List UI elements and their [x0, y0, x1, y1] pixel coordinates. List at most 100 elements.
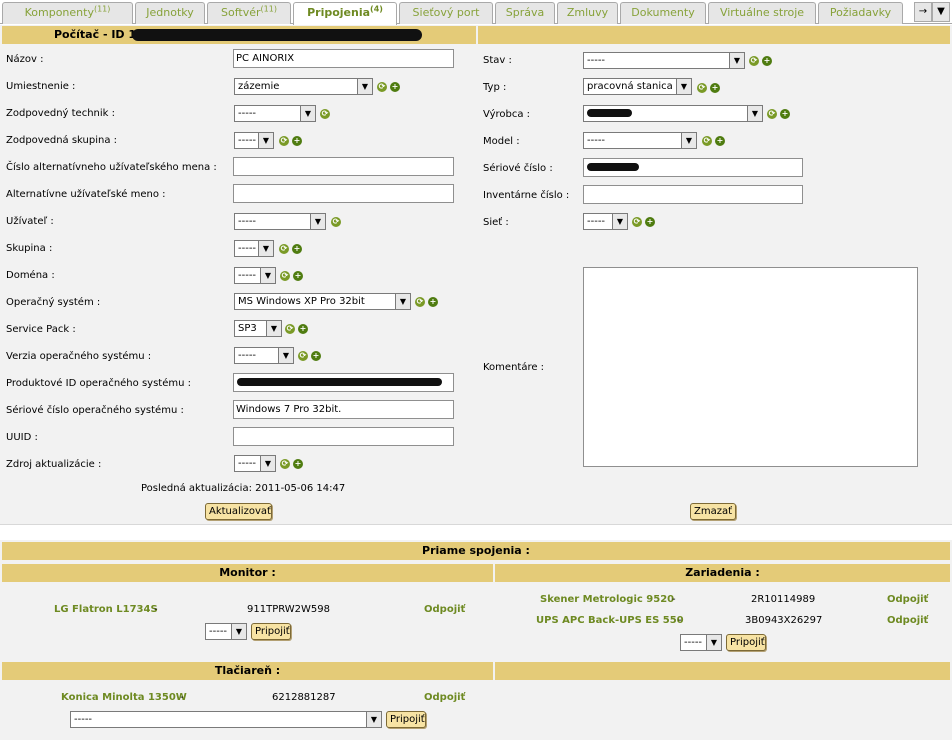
tab-virtualne-stroje[interactable]: Virtuálne stroje	[708, 2, 816, 24]
tab-sprava[interactable]: Správa	[495, 2, 555, 24]
maker-label: Výrobca :	[483, 109, 531, 120]
alt-user-field[interactable]	[233, 184, 454, 203]
state-select[interactable]: ----- ▼	[583, 52, 745, 69]
tech-select[interactable]: ----- ▼	[234, 105, 316, 122]
monitor-serial: 911TPRW2W598	[247, 604, 330, 615]
domain-select-value: -----	[238, 270, 257, 281]
printer-connect-button[interactable]: Pripojiť	[386, 711, 426, 728]
device-name-link[interactable]: Skener Metrologic 9520	[540, 594, 674, 605]
monitor-connect-select[interactable]: ----- ▼	[205, 623, 247, 640]
tech-label: Zodpovedný technik :	[6, 108, 115, 119]
search-icon[interactable]: ⟳	[298, 351, 308, 361]
network-select-value: -----	[587, 216, 606, 227]
monitor-disconnect-link[interactable]: Odpojiť	[424, 604, 465, 615]
tab-dokumenty[interactable]: Dokumenty	[620, 2, 706, 24]
add-icon[interactable]: +	[298, 324, 308, 334]
os-serial-field[interactable]: Windows 7 Pro 32bit.	[233, 400, 454, 419]
tab-overflow-icon[interactable]: ▼	[932, 2, 950, 22]
domain-select[interactable]: ----- ▼	[234, 267, 276, 284]
search-icon[interactable]: ⟳	[285, 324, 295, 334]
device-connect-select[interactable]: ----- ▼	[680, 634, 722, 651]
state-label: Stav :	[483, 55, 512, 66]
tab-poziadavky[interactable]: Požiadavky	[818, 2, 903, 24]
search-icon[interactable]: ⟳	[320, 109, 330, 119]
user-select[interactable]: ----- ▼	[234, 213, 326, 230]
tab-sietovy-port[interactable]: Sieťový port	[399, 2, 493, 24]
search-icon[interactable]: ⟳	[767, 109, 777, 119]
add-icon[interactable]: +	[292, 244, 302, 254]
update-button[interactable]: Aktualizovať	[205, 503, 272, 520]
tab-zmluvy[interactable]: Zmluvy	[557, 2, 618, 24]
os-select[interactable]: MS Windows XP Pro 32bit ▼	[234, 293, 411, 310]
group-label: Skupina :	[6, 243, 53, 254]
chevron-down-icon: ▼	[260, 456, 275, 471]
redacted-maker	[587, 109, 632, 117]
search-icon[interactable]: ⟳	[279, 244, 289, 254]
delete-button[interactable]: Zmazať	[690, 503, 736, 520]
search-icon[interactable]: ⟳	[280, 271, 290, 281]
search-icon[interactable]: ⟳	[697, 83, 707, 93]
search-icon[interactable]: ⟳	[331, 217, 341, 227]
tab-komponenty[interactable]: Komponenty(11)	[2, 2, 133, 24]
maker-select[interactable]: ▼	[583, 105, 763, 122]
add-icon[interactable]: +	[715, 136, 725, 146]
name-field[interactable]: PC AINORIX	[233, 49, 454, 68]
add-icon[interactable]: +	[762, 56, 772, 66]
add-icon[interactable]: +	[780, 109, 790, 119]
tab-pripojenia[interactable]: Pripojenia(4)	[293, 2, 397, 25]
product-id-field[interactable]	[233, 373, 454, 392]
search-icon[interactable]: ⟳	[702, 136, 712, 146]
monitor-connect-button[interactable]: Pripojiť	[251, 623, 291, 640]
printer-header-right	[495, 662, 950, 680]
serial-field[interactable]	[583, 158, 803, 177]
device-connect-button[interactable]: Pripojiť	[726, 634, 766, 651]
search-icon[interactable]: ⟳	[377, 82, 387, 92]
os-version-select[interactable]: ----- ▼	[234, 347, 294, 364]
search-icon[interactable]: ⟳	[279, 136, 289, 146]
group-select[interactable]: ----- ▼	[234, 240, 274, 257]
alt-user-num-field[interactable]	[233, 157, 454, 176]
network-select[interactable]: ----- ▼	[583, 213, 628, 230]
add-icon[interactable]: +	[710, 83, 720, 93]
add-icon[interactable]: +	[428, 297, 438, 307]
comments-textarea[interactable]	[583, 267, 918, 467]
inventory-field[interactable]	[583, 185, 803, 204]
printer-header: Tlačiareň :	[2, 662, 493, 680]
printer-name-link[interactable]: Konica Minolta 1350W	[61, 692, 187, 703]
model-select[interactable]: ----- ▼	[583, 132, 697, 149]
search-icon[interactable]: ⟳	[749, 56, 759, 66]
search-icon[interactable]: ⟳	[632, 217, 642, 227]
service-pack-select[interactable]: SP3 ▼	[234, 320, 282, 337]
user-select-value: -----	[238, 216, 257, 227]
alt-user-num-label: Číslo alternatívneho užívateľského mena …	[6, 162, 217, 173]
tab-softver[interactable]: Softvér(11)	[207, 2, 291, 24]
device-disconnect-link[interactable]: Odpojiť	[887, 594, 928, 605]
add-icon[interactable]: +	[645, 217, 655, 227]
tab-count: (4)	[370, 4, 383, 14]
printer-disconnect-link[interactable]: Odpojiť	[424, 692, 465, 703]
add-icon[interactable]: +	[292, 136, 302, 146]
type-select[interactable]: pracovná stanica ▼	[583, 78, 692, 95]
device-name-link[interactable]: UPS APC Back-UPS ES 550	[536, 615, 684, 626]
add-icon[interactable]: +	[293, 459, 303, 469]
printer-connect-select[interactable]: ----- ▼	[70, 711, 382, 728]
tab-jednotky[interactable]: Jednotky	[135, 2, 205, 24]
tab-label: Sieťový port	[412, 6, 480, 19]
group-resp-select[interactable]: ----- ▼	[234, 132, 274, 149]
service-pack-select-value: SP3	[238, 323, 257, 334]
type-label: Typ :	[483, 82, 507, 93]
device-disconnect-link[interactable]: Odpojiť	[887, 615, 928, 626]
location-select[interactable]: zázemie ▼	[234, 78, 373, 95]
uuid-field[interactable]	[233, 427, 454, 446]
add-icon[interactable]: +	[311, 351, 321, 361]
monitor-name-link[interactable]: LG Flatron L1734S	[54, 604, 158, 615]
tab-label: Jednotky	[146, 6, 194, 19]
add-icon[interactable]: +	[293, 271, 303, 281]
add-icon[interactable]: +	[390, 82, 400, 92]
form-header-right	[478, 26, 950, 44]
search-icon[interactable]: ⟳	[280, 459, 290, 469]
update-source-select[interactable]: ----- ▼	[234, 455, 276, 472]
search-icon[interactable]: ⟳	[415, 297, 425, 307]
os-version-label: Verzia operačného systému :	[6, 351, 152, 362]
tab-next-arrow-icon[interactable]: →	[914, 2, 932, 22]
